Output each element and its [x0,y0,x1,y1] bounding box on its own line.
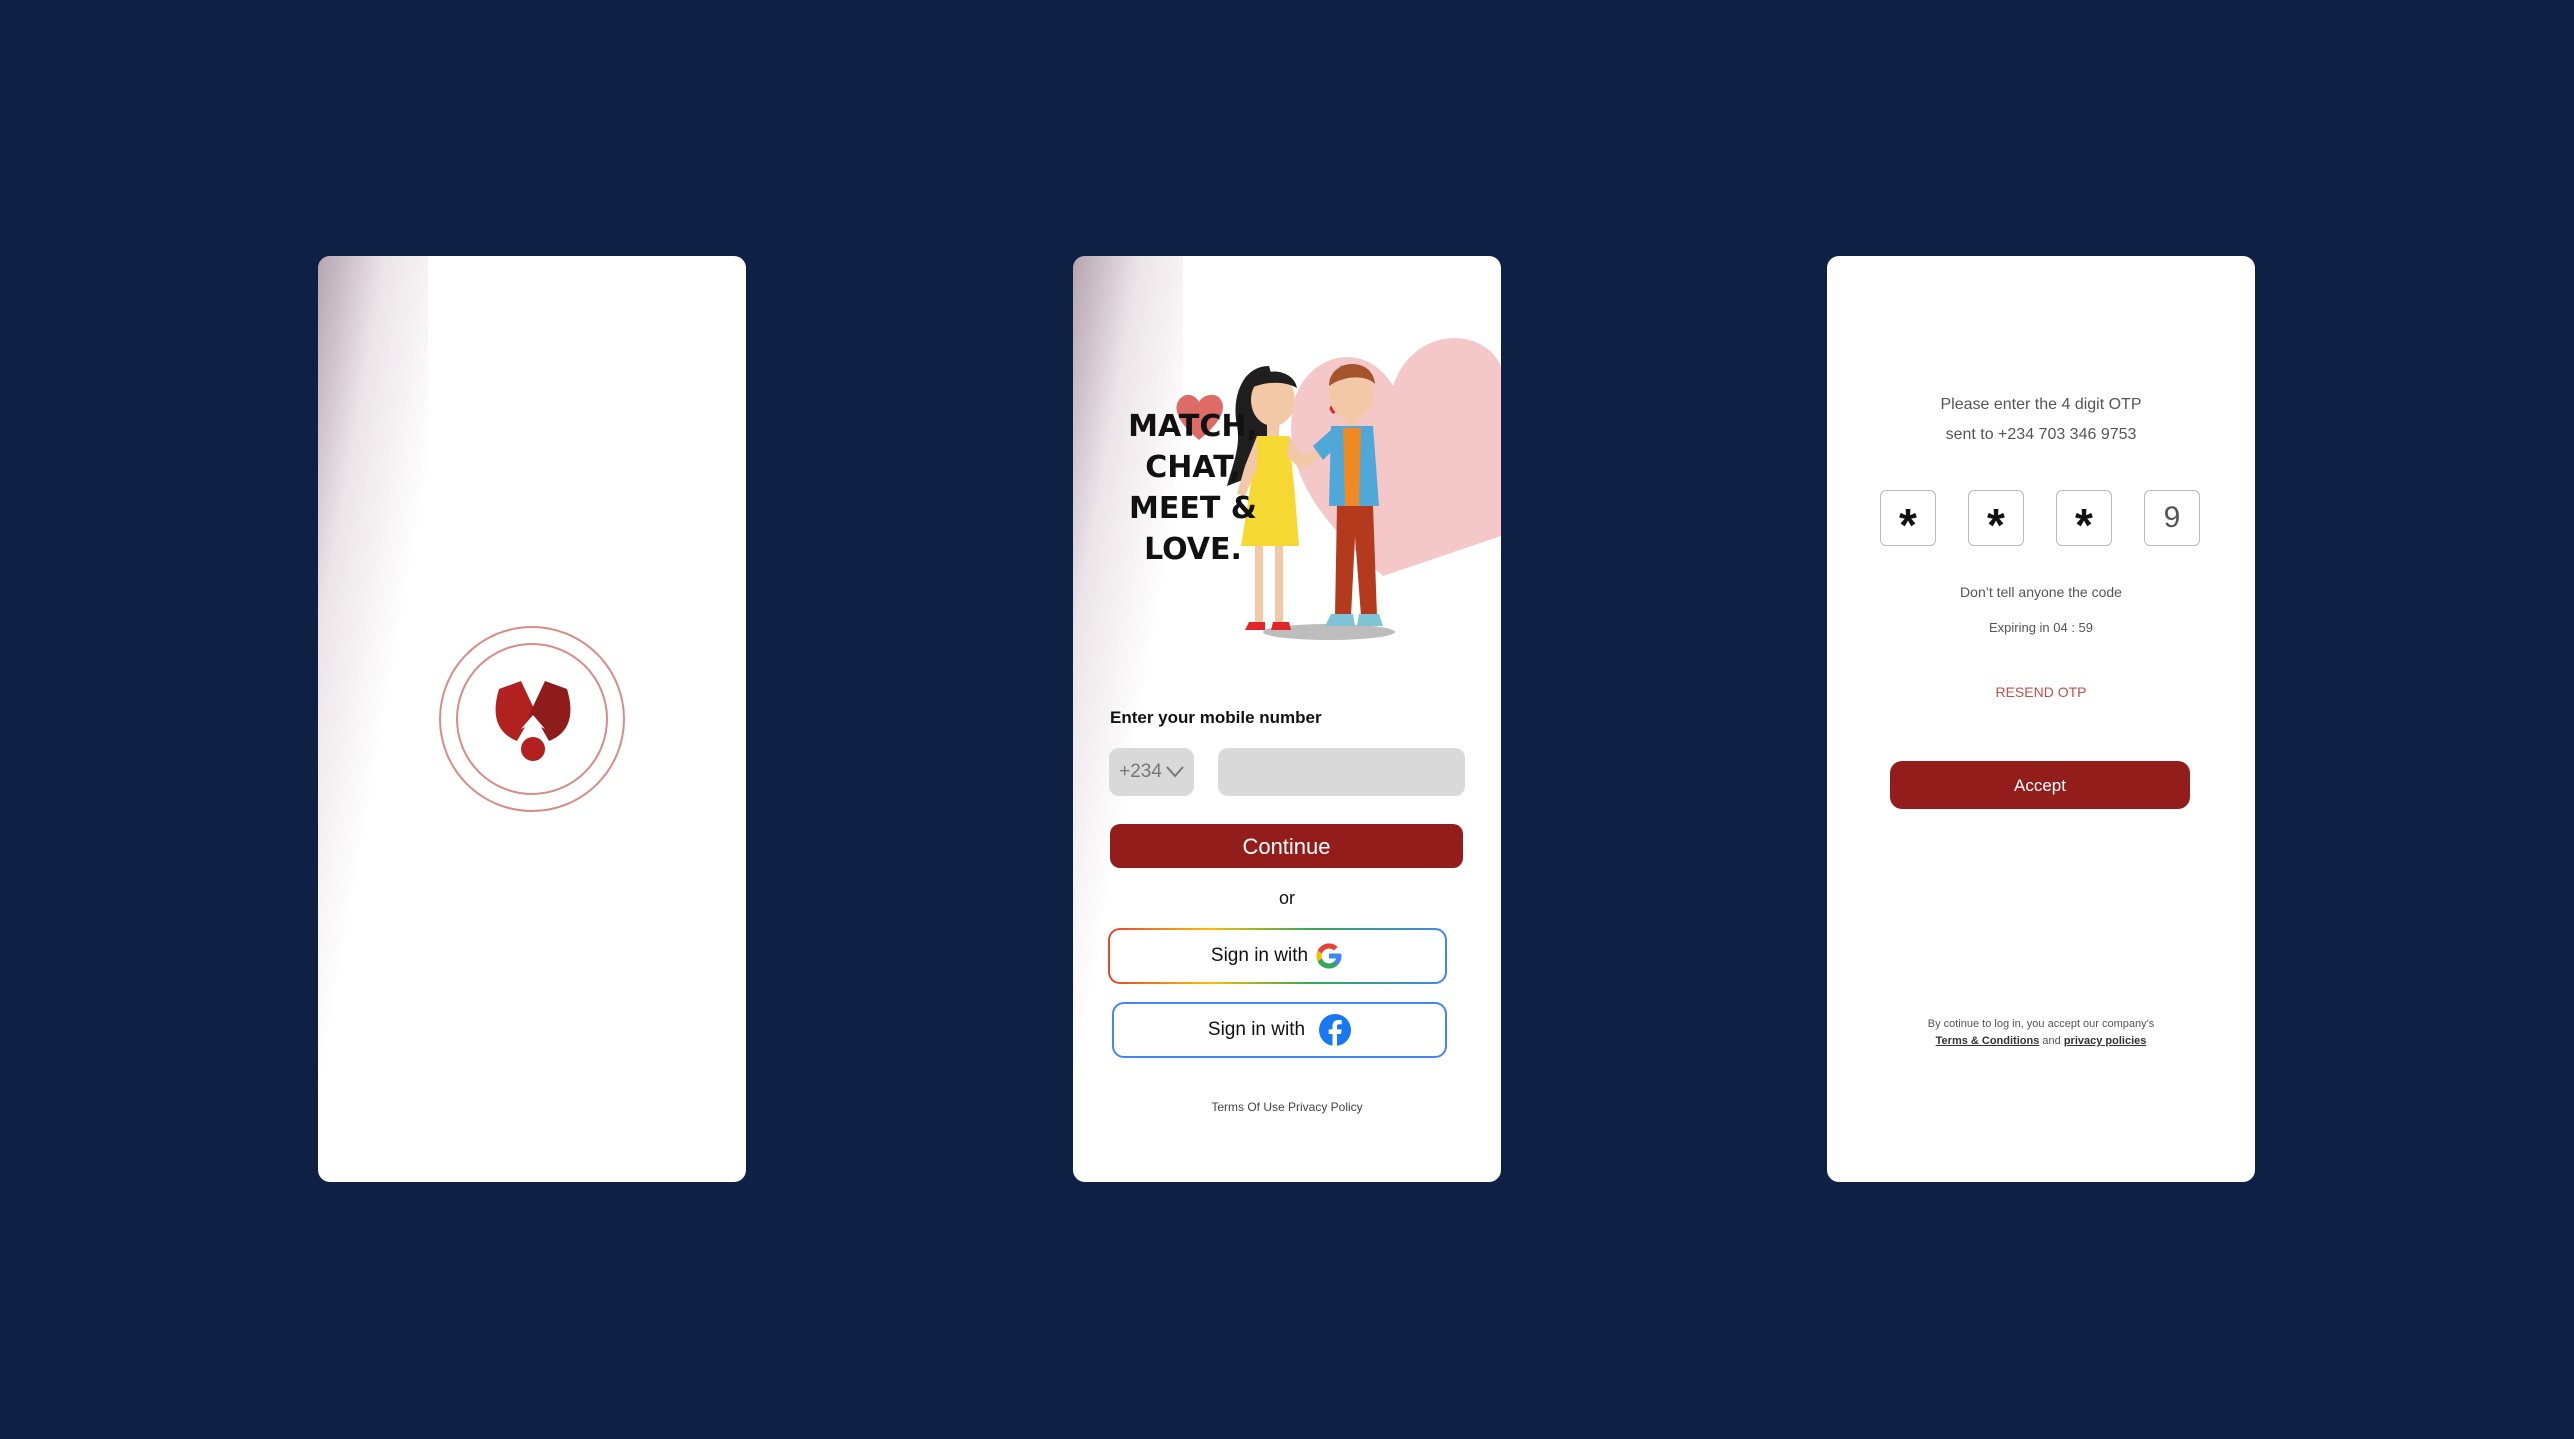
country-code-value: +234 [1119,761,1162,782]
facebook-signin-button[interactable]: Sign in with [1112,1002,1447,1058]
otp-digit-3[interactable]: * [2056,490,2112,551]
tagline-line: CHAT, [1145,450,1241,485]
signup-screen: MATCH, CHAT, MEET & LOVE. Enter your mob… [1073,256,1501,1182]
google-icon [1316,943,1342,969]
chevron-down-icon [1166,766,1184,778]
phone-label: Enter your mobile number [1110,708,1322,727]
tagline-line: MEET & [1129,491,1257,526]
privacy-policies-link[interactable]: privacy policies [2064,1035,2147,1047]
terms-conditions-link[interactable]: Terms & Conditions [1936,1035,2040,1047]
otp-digit-1[interactable]: * [1880,490,1936,551]
tagline-line: LOVE. [1144,532,1242,567]
splash-screen [318,256,746,1182]
screen-sheen [318,256,428,1182]
otp-digit-2[interactable]: * [1968,490,2024,551]
otp-digit-4[interactable]: 9 [2144,490,2200,546]
otp-warning: Don’t tell anyone the code [1960,584,2122,600]
or-divider: or [1278,888,1295,908]
facebook-icon [1319,1014,1352,1046]
couple-illustration [1176,338,1501,640]
facebook-signin-label: Sign in with [1207,1019,1306,1040]
accept-button[interactable]: Accept [1890,761,2190,809]
otp-prompt-line1: Please enter the 4 digit OTP [1940,396,2142,413]
otp-screen: Please enter the 4 digit OTP sent to +23… [1827,256,2255,1182]
google-signin-label: Sign in with [1210,945,1309,966]
continue-button[interactable]: Continue [1110,824,1463,868]
tagline: MATCH, CHAT, MEET & LOVE. [1113,406,1273,570]
tagline-line: MATCH, [1128,409,1258,444]
country-code-select[interactable]: +234 [1109,748,1194,796]
resend-otp-link[interactable]: RESEND OTP [1827,684,2255,700]
otp-expiry: Expiring in 04 : 59 [1988,620,2094,635]
legal-notice: By cotinue to log in, you accept our com… [1827,1016,2255,1050]
brand-logo-icon [495,681,571,761]
legal-and: and [2039,1035,2064,1047]
google-signin-button[interactable]: Sign in with [1108,928,1447,984]
otp-prompt-line2: sent to +234 703 346 9753 [1945,426,2137,443]
terms-privacy-links[interactable]: Terms Of Use Privacy Policy [1073,1100,1501,1114]
phone-number-input[interactable] [1218,748,1465,796]
legal-prefix: By cotinue to log in, you accept our com… [1927,1018,2155,1030]
